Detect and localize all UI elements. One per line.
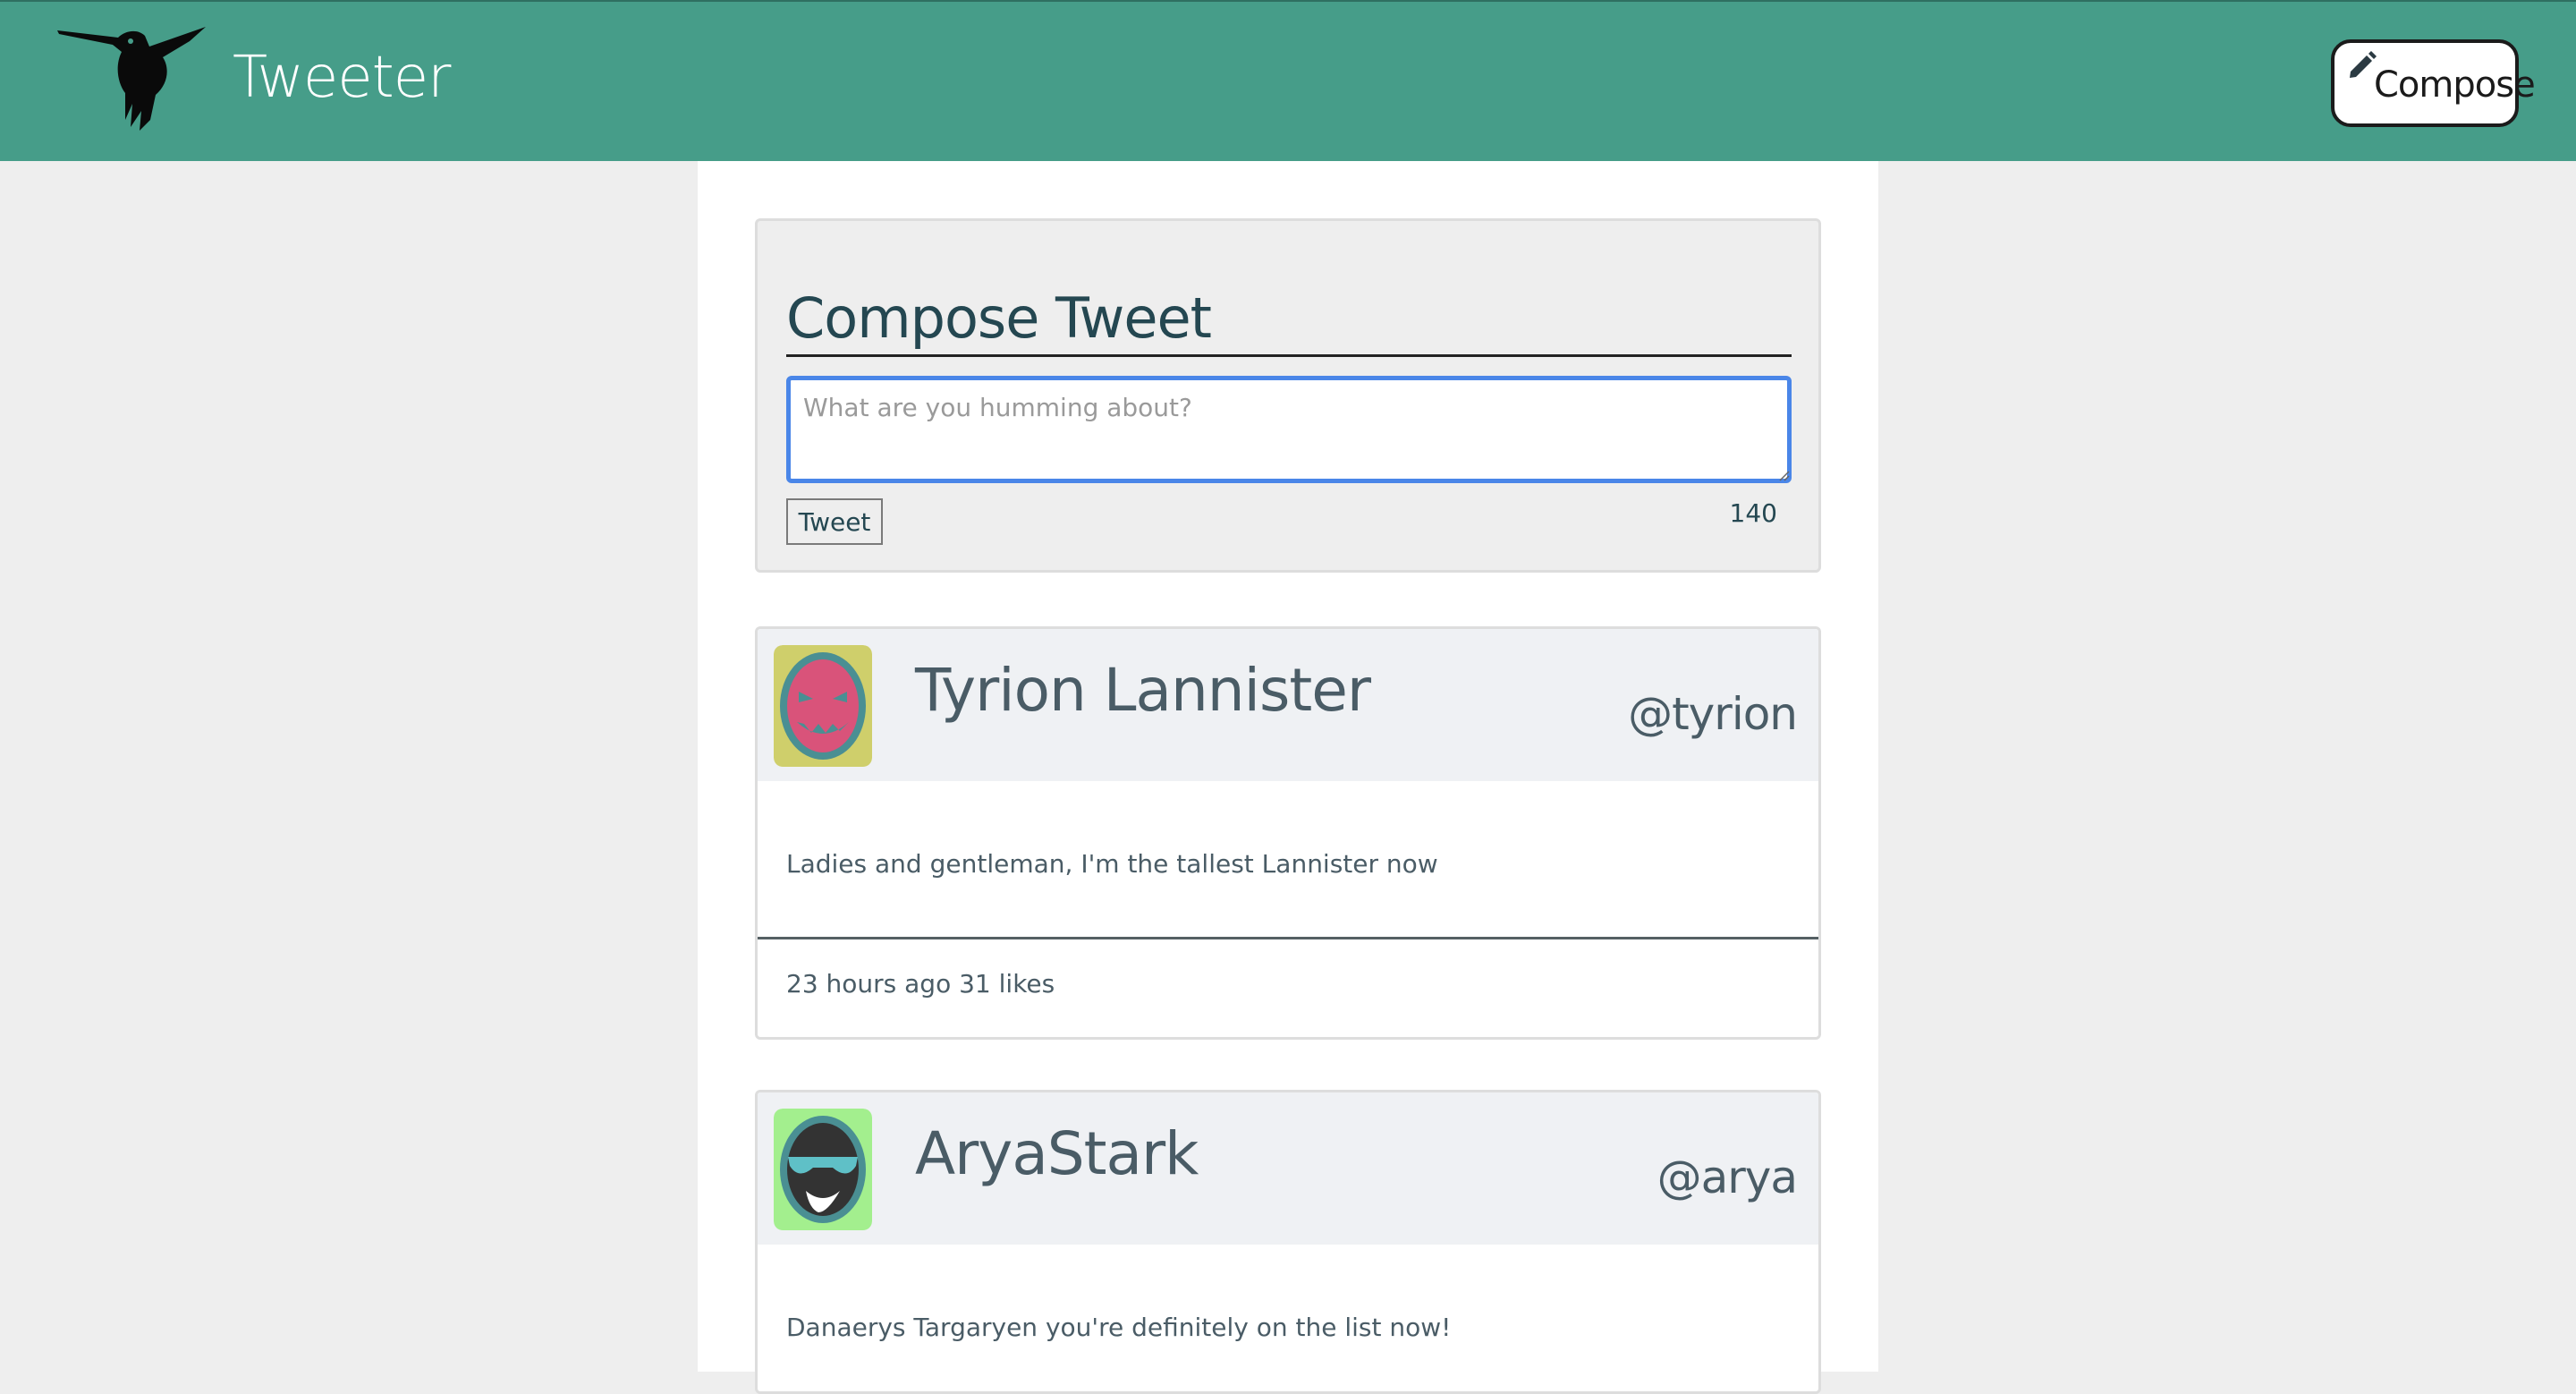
top-nav-bar: Tweeter Compose — [0, 0, 2576, 161]
resize-grip-icon[interactable] — [1779, 471, 1790, 481]
tweet-text: Danaerys Targaryen you're definitely on … — [786, 1313, 1452, 1342]
compose-tweet-section: Compose Tweet Tweet 140 — [755, 218, 1821, 573]
character-counter: 140 — [1729, 498, 1777, 528]
tweet-footer: 23 hours ago 31 likes — [786, 969, 1055, 999]
compose-title: Compose Tweet — [786, 285, 1212, 351]
tweet-header: Tyrion Lannister @tyrion — [758, 629, 1818, 781]
compose-button-label: Compose — [2374, 64, 2536, 106]
tweet-divider — [758, 937, 1818, 939]
tweet-author-name: Tyrion Lannister — [915, 656, 1371, 725]
tweet-textarea[interactable] — [786, 376, 1792, 483]
tweet-author-handle: @arya — [1657, 1152, 1798, 1203]
main-container: Compose Tweet Tweet 140 Tyrion Lannister… — [698, 161, 1878, 1394]
tweet-submit-button[interactable]: Tweet — [786, 498, 883, 545]
avatar-icon — [774, 1109, 872, 1230]
brand-title[interactable]: Tweeter — [233, 45, 451, 111]
tweet-header: AryaStark @arya — [758, 1092, 1818, 1245]
compose-divider — [786, 354, 1792, 357]
pencil-icon — [2350, 51, 2377, 78]
hummingbird-logo-icon — [57, 27, 206, 131]
tweet-card: AryaStark @arya Danaerys Targaryen you'r… — [755, 1090, 1821, 1394]
tweet-text: Ladies and gentleman, I'm the tallest La… — [786, 849, 1438, 879]
tweet-author-name: AryaStark — [915, 1119, 1199, 1188]
tweet-card: Tyrion Lannister @tyrion Ladies and gent… — [755, 626, 1821, 1040]
tweet-author-handle: @tyrion — [1628, 688, 1798, 740]
avatar-icon — [774, 645, 872, 767]
compose-toggle-button[interactable]: Compose — [2331, 39, 2536, 127]
